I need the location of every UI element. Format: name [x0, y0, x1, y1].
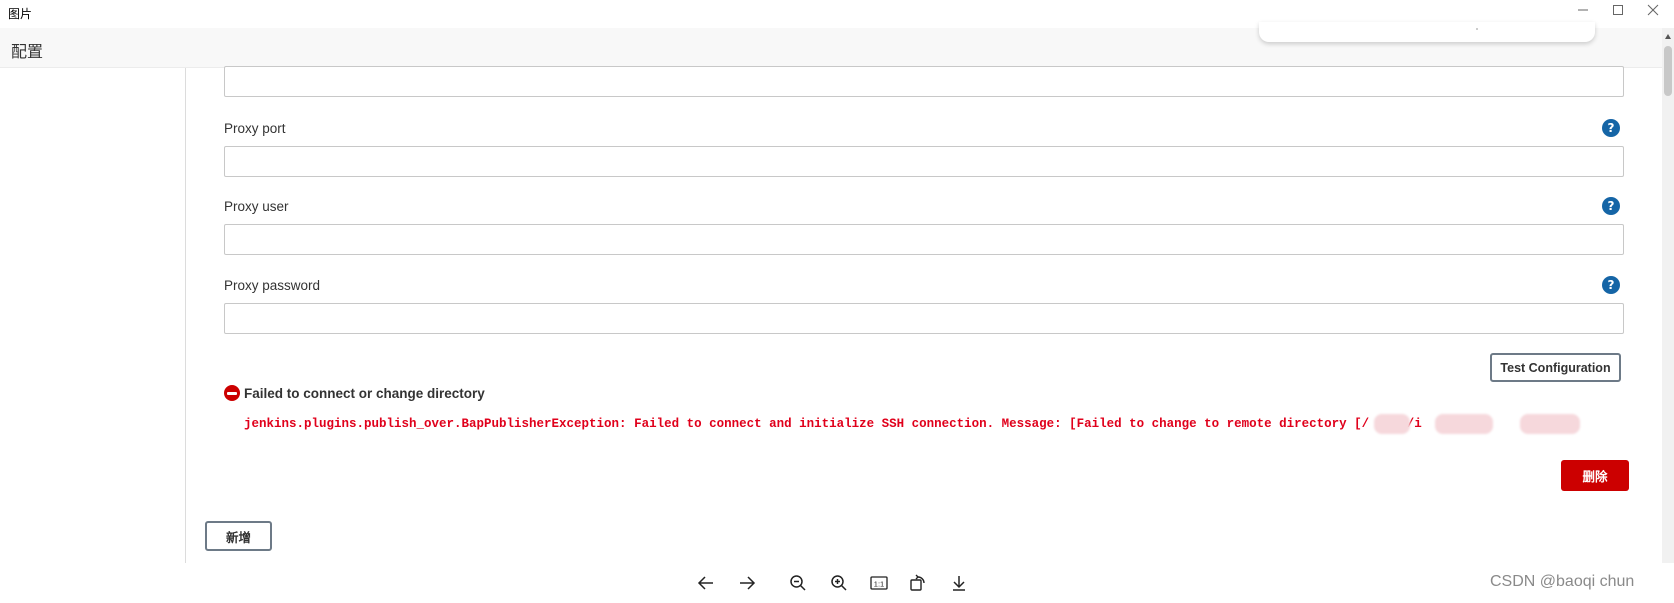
scroll-up-icon[interactable] [1665, 34, 1671, 39]
help-icon[interactable]: ? [1602, 197, 1620, 215]
help-icon[interactable]: ? [1602, 276, 1620, 294]
proxy-user-input[interactable] [224, 224, 1624, 255]
proxy-user-label: Proxy user [224, 199, 289, 214]
vertical-scrollbar[interactable] [1662, 28, 1674, 563]
error-detail: jenkins.plugins.publish_over.BapPublishe… [244, 417, 1557, 431]
arrow-right-icon[interactable] [735, 571, 759, 595]
add-button[interactable]: 新增 [205, 521, 272, 551]
notification-popup [1259, 22, 1595, 42]
proxy-password-input[interactable] [224, 303, 1624, 334]
rotate-icon[interactable] [906, 571, 930, 595]
redaction-blur [1435, 414, 1493, 434]
download-icon[interactable] [947, 571, 971, 595]
proxy-password-label: Proxy password [224, 278, 321, 293]
redaction-blur [1374, 414, 1410, 434]
scroll-thumb[interactable] [1664, 46, 1672, 96]
viewer-toolbar: 1:1 CSDN @baoqi chun [0, 563, 1674, 603]
maximize-icon[interactable] [1601, 0, 1635, 20]
actual-size-label: 1:1 [874, 579, 884, 588]
app-title: 图片 [8, 7, 33, 21]
error-icon [224, 385, 240, 401]
proxy-port-label: Proxy port [224, 121, 286, 136]
arrow-left-icon[interactable] [694, 571, 718, 595]
delete-button[interactable]: 删除 [1561, 460, 1629, 491]
actual-size-icon[interactable]: 1:1 [867, 571, 891, 595]
help-icon[interactable]: ? [1602, 119, 1620, 137]
zoom-out-icon[interactable] [786, 571, 810, 595]
sidebar [0, 68, 186, 563]
close-icon[interactable] [1636, 0, 1670, 20]
redaction-blur [1520, 414, 1580, 434]
proxy-host-input[interactable] [224, 66, 1624, 97]
proxy-port-input[interactable] [224, 146, 1624, 177]
page-title: 配置 [11, 44, 44, 61]
minimize-icon[interactable] [1566, 0, 1600, 20]
popup-dot [1476, 28, 1478, 30]
error-title: Failed to connect or change directory [244, 386, 485, 401]
csdn-watermark: CSDN @baoqi chun [1490, 573, 1635, 590]
test-configuration-button[interactable]: Test Configuration [1490, 353, 1621, 382]
zoom-in-icon[interactable] [827, 571, 851, 595]
